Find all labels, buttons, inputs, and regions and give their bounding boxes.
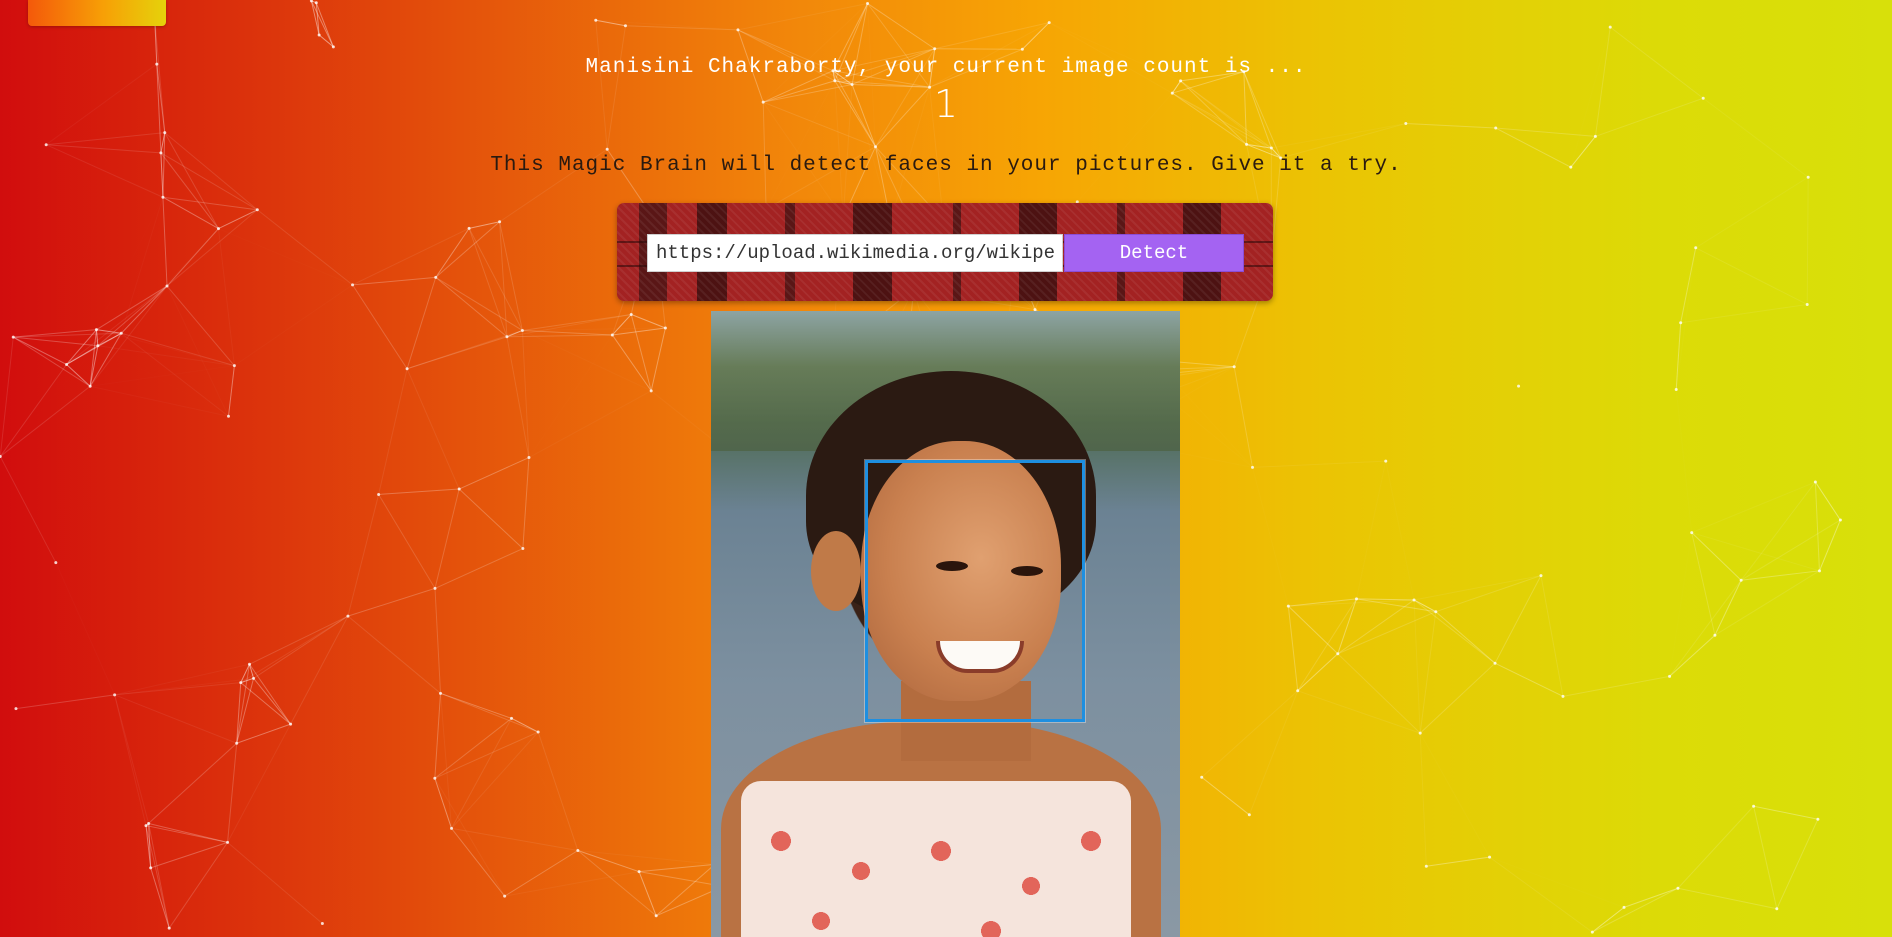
image-dress [741,781,1131,937]
image-url-input[interactable] [647,234,1063,272]
detect-button[interactable]: Detect [1064,234,1244,272]
face-bounding-box [865,460,1085,722]
brain-logo-icon[interactable] [28,0,166,26]
page-description: This Magic Brain will detect faces in yo… [490,154,1402,177]
input-image [711,311,1180,937]
image-count-greeting: Manisini Chakraborty, your current image… [585,56,1307,79]
image-url-form: Detect [617,203,1273,301]
image-ear [811,531,861,611]
image-count-value: 1 [933,82,959,126]
